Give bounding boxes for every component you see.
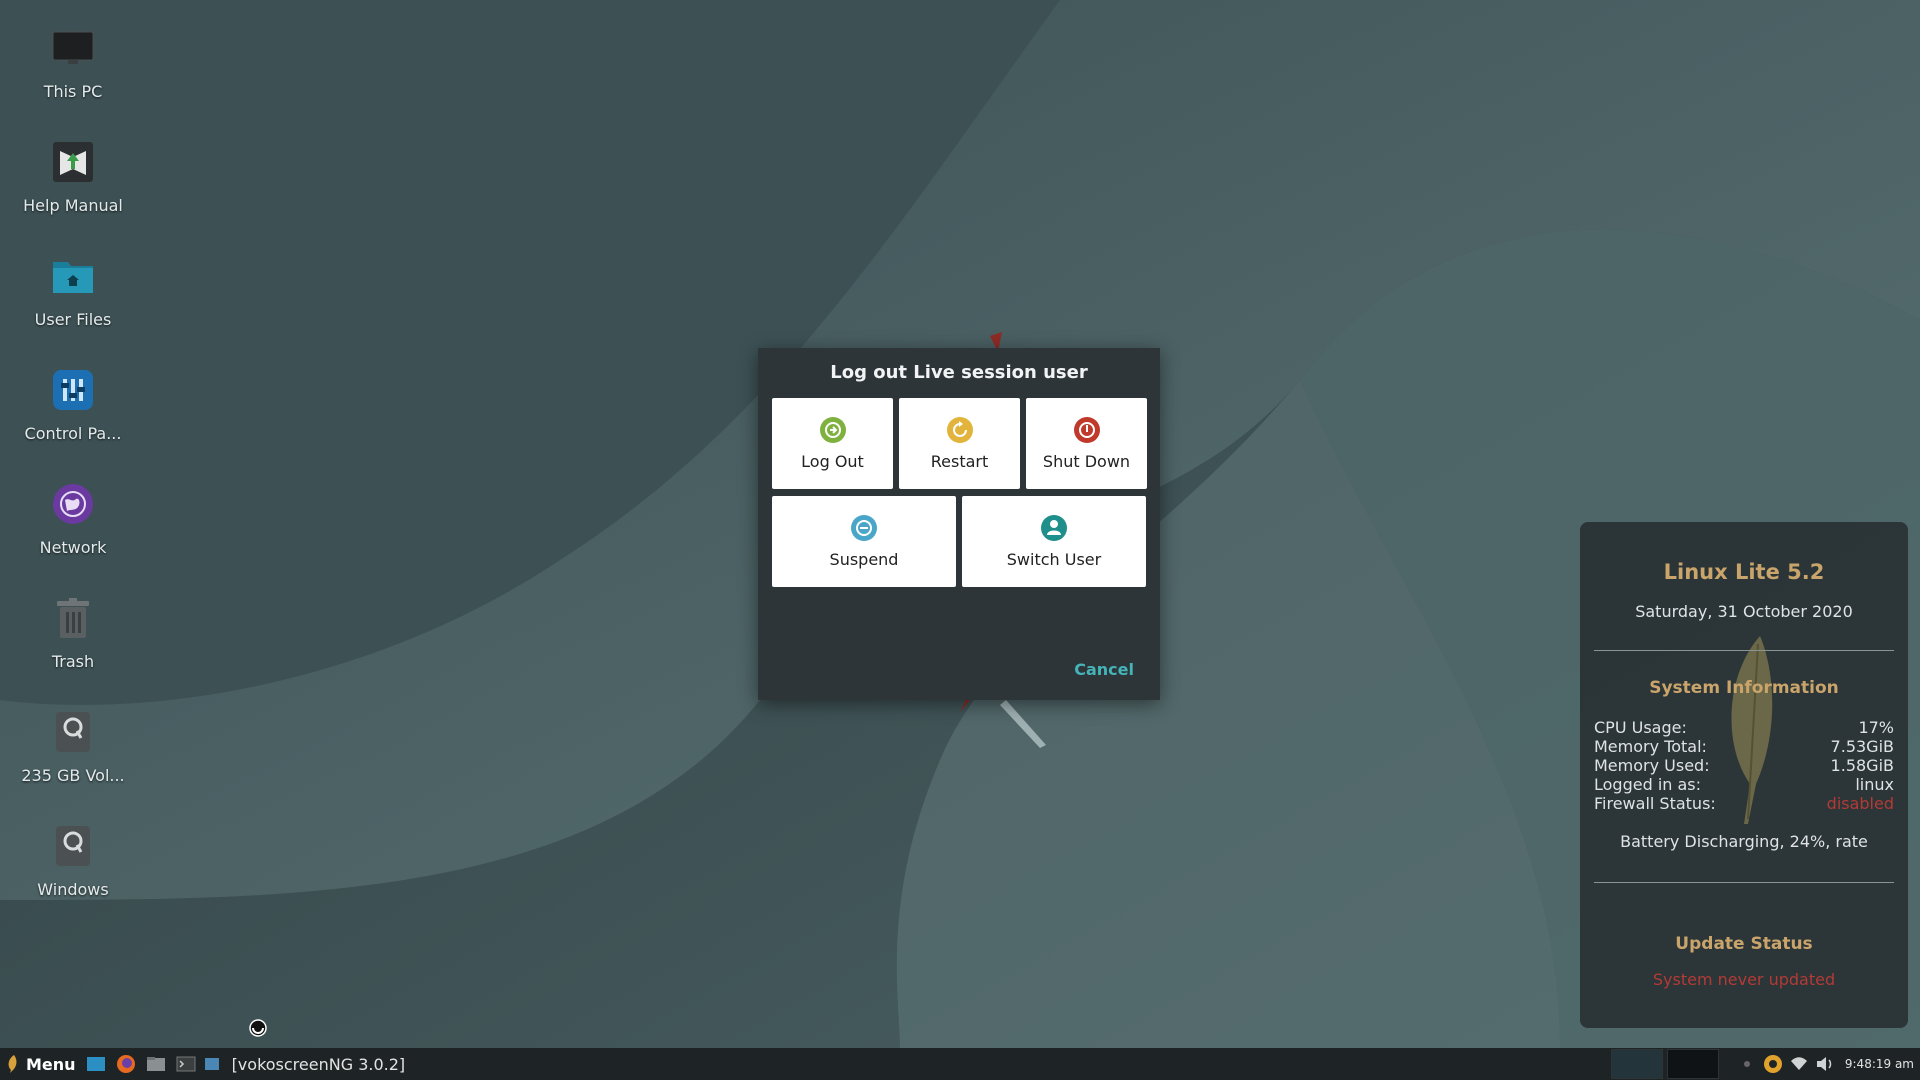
workspace-2[interactable] — [1666, 1049, 1719, 1079]
update-status-text: System never updated — [1652, 970, 1836, 989]
desktop-icon-label: Windows — [37, 880, 109, 899]
logout-dialog: Log out Live session user Log Out Restar… — [758, 348, 1160, 700]
desktop-icon-label: Help Manual — [23, 196, 123, 215]
menu-button[interactable]: Menu — [6, 1054, 76, 1074]
suspend-button[interactable]: Suspend — [772, 496, 956, 587]
switch-user-label: Switch User — [1006, 550, 1102, 569]
system-info-heading: System Information — [1649, 678, 1839, 698]
desktop-icon-this-pc[interactable]: This PC — [10, 6, 136, 106]
restart-button[interactable]: Restart — [899, 398, 1020, 489]
workspace-1[interactable] — [1610, 1049, 1663, 1079]
user-icon — [1041, 515, 1067, 541]
desktop-icon-help-manual[interactable]: Help Manual — [10, 120, 136, 220]
logout-button[interactable]: Log Out — [772, 398, 893, 489]
updates-icon[interactable] — [1763, 1054, 1783, 1074]
info-row-logged-in: Logged in as: linux — [1594, 775, 1894, 794]
restart-label: Restart — [930, 452, 989, 471]
show-desktop-icon[interactable] — [86, 1054, 106, 1074]
divider — [1594, 882, 1894, 883]
drive-icon — [49, 708, 97, 756]
shutdown-label: Shut Down — [1042, 452, 1131, 471]
info-row-cpu: CPU Usage: 17% — [1594, 718, 1894, 737]
update-status-heading: Update Status — [1675, 934, 1813, 954]
home-folder-icon — [49, 252, 97, 300]
network-globe-icon — [49, 480, 97, 528]
desktop-icon-windows[interactable]: Windows — [10, 804, 136, 904]
desktop-icon-label: User Files — [34, 310, 112, 329]
firefox-icon[interactable] — [116, 1054, 136, 1074]
network-wifi-icon[interactable] — [1789, 1054, 1809, 1074]
info-row-firewall: Firewall Status: disabled — [1594, 794, 1894, 813]
drive-icon — [49, 822, 97, 870]
power-icon — [1073, 417, 1100, 443]
info-row-memory-total: Memory Total: 7.53GiB — [1594, 737, 1894, 756]
desktop-icon-label: Network — [39, 538, 107, 557]
divider — [1594, 650, 1894, 651]
control-panel-icon — [49, 366, 97, 414]
desktop-icon-label: Trash — [51, 652, 95, 671]
desktop-icon-235gb-volume[interactable]: 235 GB Vol... — [10, 690, 136, 790]
help-manual-icon — [49, 138, 97, 186]
battery-status: Battery Discharging, 24%, rate — [1620, 832, 1868, 851]
info-row-memory-used: Memory Used: 1.58GiB — [1594, 756, 1894, 775]
trash-icon — [49, 594, 97, 642]
desktop-icon-network[interactable]: Network — [10, 462, 136, 562]
terminal-icon[interactable] — [176, 1054, 196, 1074]
taskbar: Menu [vokoscreenNG 3.0.2] 9:48:19 am — [0, 1048, 1920, 1080]
desktop-icon-trash[interactable]: Trash — [10, 576, 136, 676]
logout-label: Log Out — [801, 452, 864, 471]
mouse-cursor-icon — [249, 1019, 267, 1037]
desktop-icon-user-files[interactable]: User Files — [10, 234, 136, 334]
desktop-icon-label: This PC — [43, 82, 103, 101]
system-tray: 9:48:19 am — [1610, 1048, 1920, 1080]
switch-user-button[interactable]: Switch User — [962, 496, 1146, 587]
file-manager-icon[interactable] — [146, 1054, 166, 1074]
volume-icon[interactable] — [1815, 1054, 1835, 1074]
feather-menu-icon — [8, 1055, 17, 1073]
menu-label: Menu — [26, 1054, 76, 1074]
system-info-panel: Linux Lite 5.2 Saturday, 31 October 2020… — [1580, 522, 1908, 1028]
desktop-icon-control-panel[interactable]: Control Pa... — [10, 348, 136, 448]
distro-title: Linux Lite 5.2 — [1663, 560, 1825, 584]
clock[interactable]: 9:48:19 am — [1845, 1057, 1914, 1071]
suspend-label: Suspend — [829, 550, 899, 569]
desktop-icon-label: Control Pa... — [24, 424, 122, 443]
cancel-button[interactable]: Cancel — [1074, 660, 1134, 679]
restart-icon — [946, 417, 973, 443]
shutdown-button[interactable]: Shut Down — [1026, 398, 1147, 489]
monitor-icon — [49, 24, 97, 72]
current-date: Saturday, 31 October 2020 — [1635, 602, 1853, 621]
taskbar-window-vokoscreen[interactable]: [vokoscreenNG 3.0.2] — [232, 1055, 406, 1074]
logout-icon — [819, 417, 846, 443]
notification-dot-icon[interactable] — [1737, 1054, 1757, 1074]
desktop-icon-label: 235 GB Vol... — [21, 766, 125, 785]
suspend-icon — [851, 515, 877, 541]
vokoscreen-app-icon — [202, 1054, 222, 1074]
firewall-status-value: disabled — [1826, 794, 1894, 813]
dialog-title: Log out Live session user — [830, 362, 1088, 383]
